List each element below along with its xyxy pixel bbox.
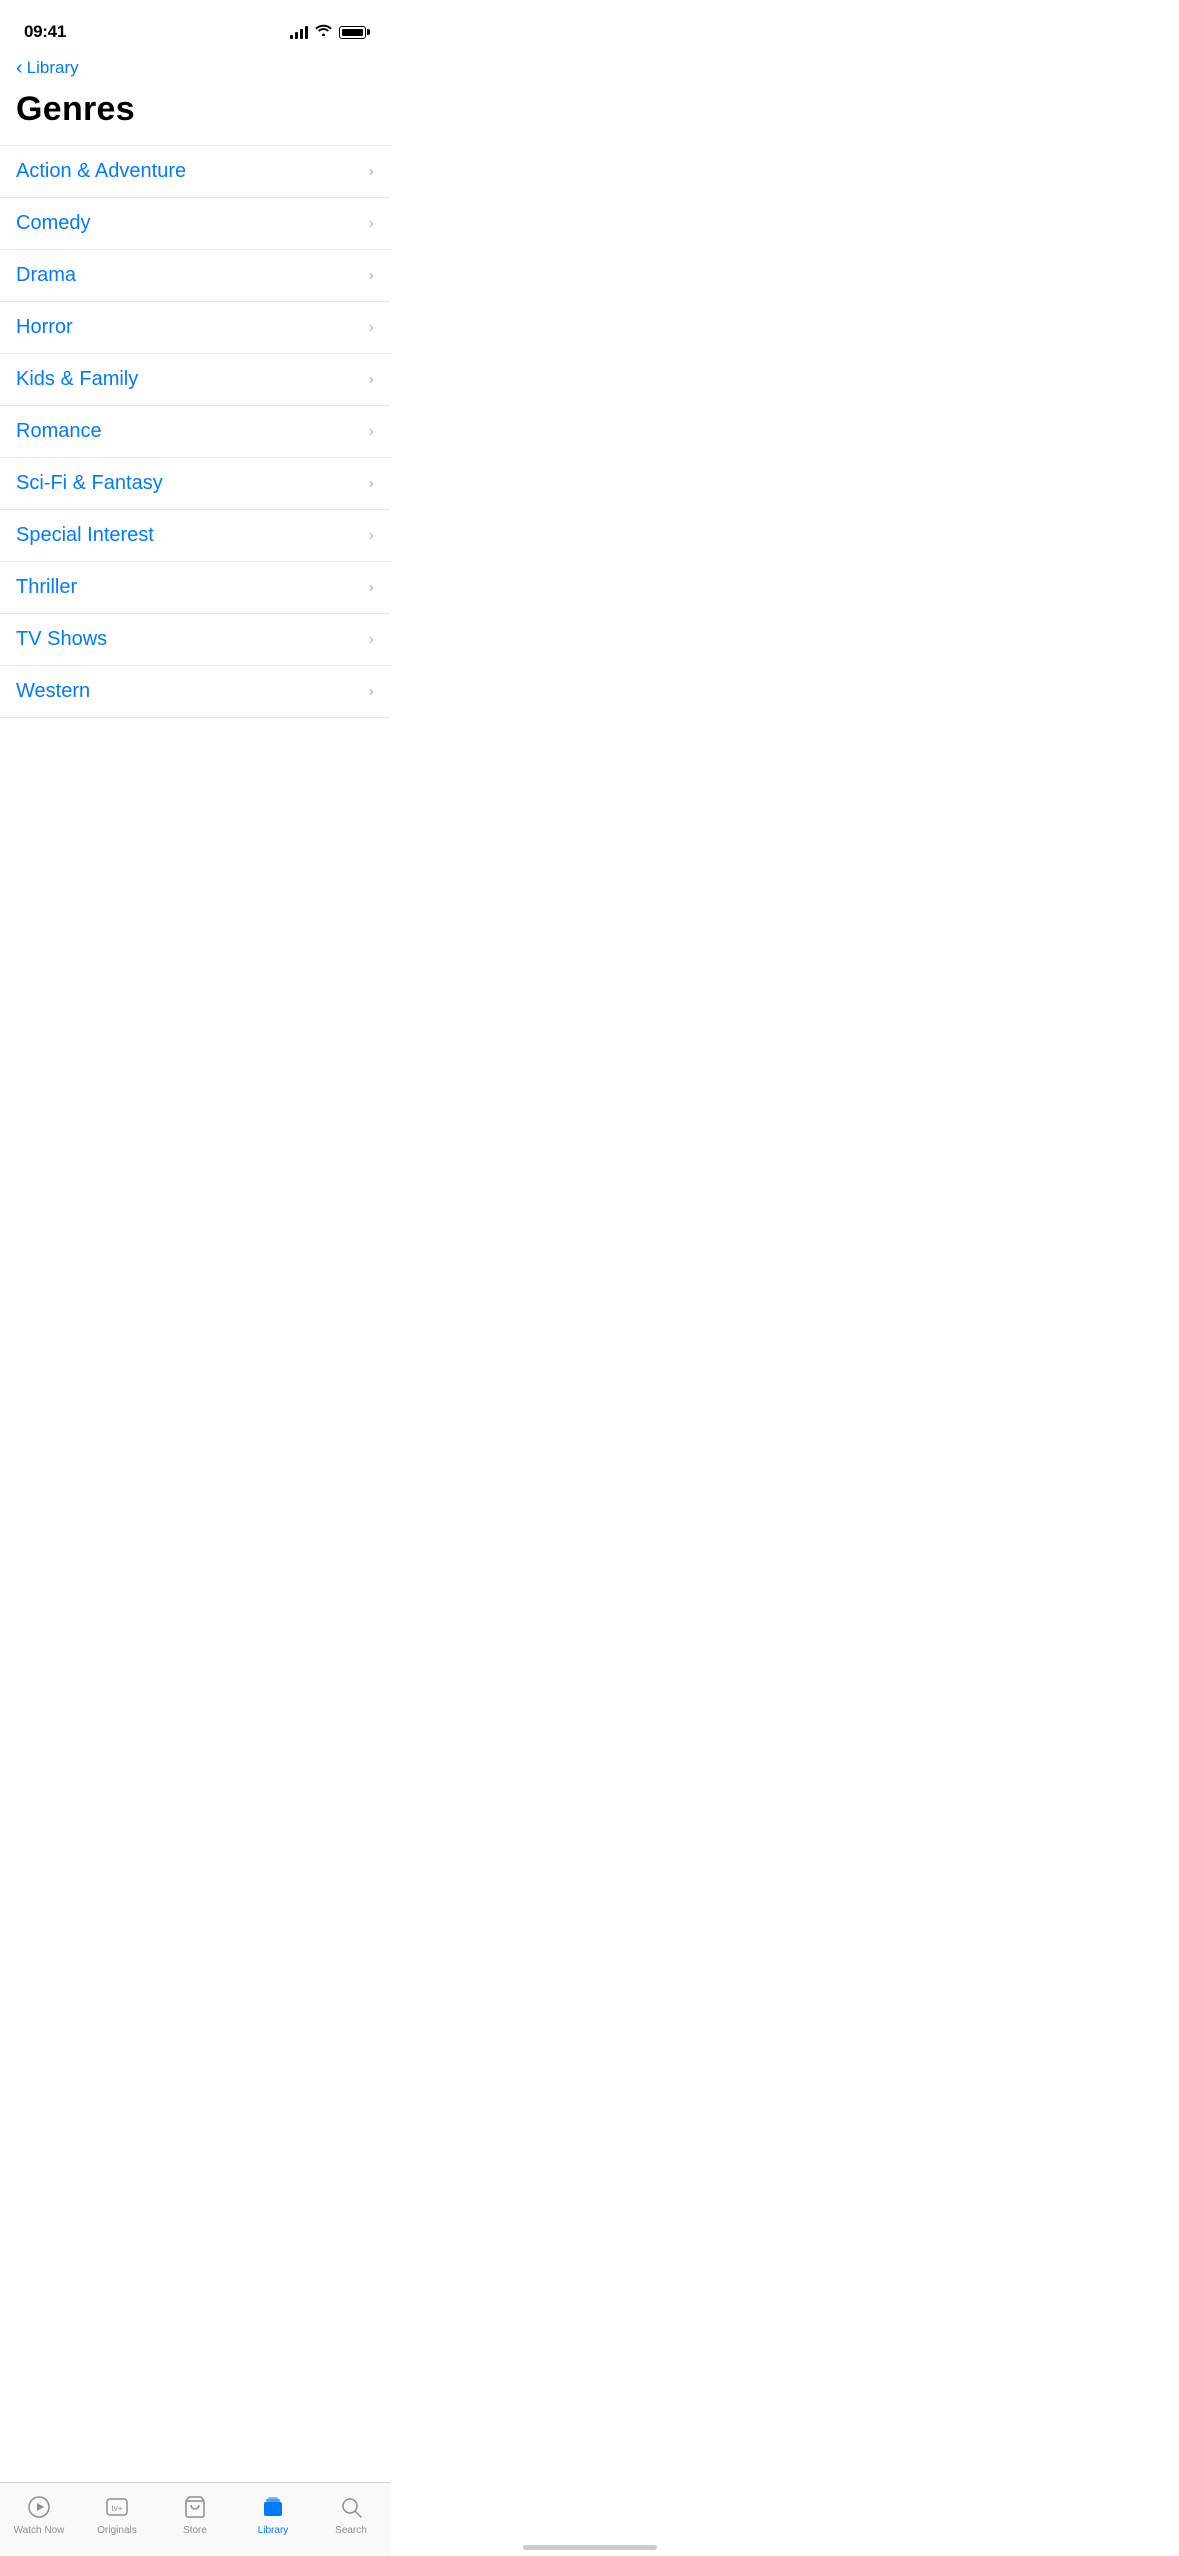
tab-watch-now[interactable]: Watch Now: [0, 2493, 78, 2536]
watch-now-tab-label: Watch Now: [14, 2525, 65, 2536]
genre-label-comedy: Comedy: [16, 212, 90, 235]
genre-label-kids-family: Kids & Family: [16, 368, 138, 391]
genre-label-thriller: Thriller: [16, 576, 77, 599]
genre-label-special-interest: Special Interest: [16, 524, 154, 547]
genre-chevron-icon-thriller: ›: [369, 579, 374, 597]
genre-label-action-adventure: Action & Adventure: [16, 160, 186, 183]
signal-icon: [290, 26, 308, 39]
home-indicator: [523, 2545, 657, 2550]
genre-item-kids-family[interactable]: Kids & Family ›: [0, 354, 390, 406]
originals-tab-label: Originals: [97, 2525, 136, 2536]
main-content: ‹ Library Genres Action & Adventure › Co…: [0, 50, 390, 818]
genre-chevron-icon-special-interest: ›: [369, 527, 374, 545]
back-button[interactable]: ‹ Library: [0, 50, 390, 82]
search-tab-label: Search: [335, 2525, 367, 2536]
watch-now-tab-icon: [25, 2493, 53, 2521]
status-bar: 09:41: [0, 0, 390, 50]
tab-library[interactable]: Library: [234, 2493, 312, 2536]
page-title: Genres: [0, 82, 390, 145]
library-tab-icon: [259, 2493, 287, 2521]
genre-label-drama: Drama: [16, 264, 76, 287]
genre-chevron-icon-drama: ›: [369, 267, 374, 285]
genre-label-horror: Horror: [16, 316, 73, 339]
genre-item-thriller[interactable]: Thriller ›: [0, 562, 390, 614]
genre-chevron-icon-tv-shows: ›: [369, 631, 374, 649]
tab-search[interactable]: Search: [312, 2493, 390, 2536]
genre-item-special-interest[interactable]: Special Interest ›: [0, 510, 390, 562]
genre-item-drama[interactable]: Drama ›: [0, 250, 390, 302]
wifi-icon: [315, 23, 332, 41]
genre-label-romance: Romance: [16, 420, 102, 443]
genre-chevron-icon-kids-family: ›: [369, 371, 374, 389]
battery-icon: [339, 26, 366, 39]
genre-chevron-icon-romance: ›: [369, 423, 374, 441]
genre-item-comedy[interactable]: Comedy ›: [0, 198, 390, 250]
genre-item-tv-shows[interactable]: TV Shows ›: [0, 614, 390, 666]
genre-item-romance[interactable]: Romance ›: [0, 406, 390, 458]
genre-list: Action & Adventure › Comedy › Drama › Ho…: [0, 145, 390, 718]
genre-label-tv-shows: TV Shows: [16, 628, 107, 651]
status-time: 09:41: [24, 22, 66, 42]
genre-chevron-icon-sci-fi-fantasy: ›: [369, 475, 374, 493]
svg-text:tv+: tv+: [112, 2504, 123, 2513]
store-tab-label: Store: [183, 2525, 207, 2536]
library-tab-label: Library: [258, 2525, 289, 2536]
originals-tab-icon: tv+: [103, 2493, 131, 2521]
genre-label-western: Western: [16, 680, 90, 703]
genre-chevron-icon-comedy: ›: [369, 215, 374, 233]
tab-bar: Watch Now tv+ Originals Store Library Se…: [0, 2482, 390, 2556]
genre-chevron-icon-action-adventure: ›: [369, 163, 374, 181]
genre-item-action-adventure[interactable]: Action & Adventure ›: [0, 145, 390, 198]
store-tab-icon: [181, 2493, 209, 2521]
status-icons: [290, 23, 366, 41]
genre-item-horror[interactable]: Horror ›: [0, 302, 390, 354]
search-tab-icon: [337, 2493, 365, 2521]
tab-store[interactable]: Store: [156, 2493, 234, 2536]
genre-chevron-icon-horror: ›: [369, 319, 374, 337]
genre-chevron-icon-western: ›: [369, 683, 374, 701]
tab-originals[interactable]: tv+ Originals: [78, 2493, 156, 2536]
back-chevron-icon: ‹: [16, 58, 23, 78]
genre-item-western[interactable]: Western ›: [0, 666, 390, 718]
genre-label-sci-fi-fantasy: Sci-Fi & Fantasy: [16, 472, 163, 495]
genre-item-sci-fi-fantasy[interactable]: Sci-Fi & Fantasy ›: [0, 458, 390, 510]
back-label: Library: [27, 58, 79, 78]
